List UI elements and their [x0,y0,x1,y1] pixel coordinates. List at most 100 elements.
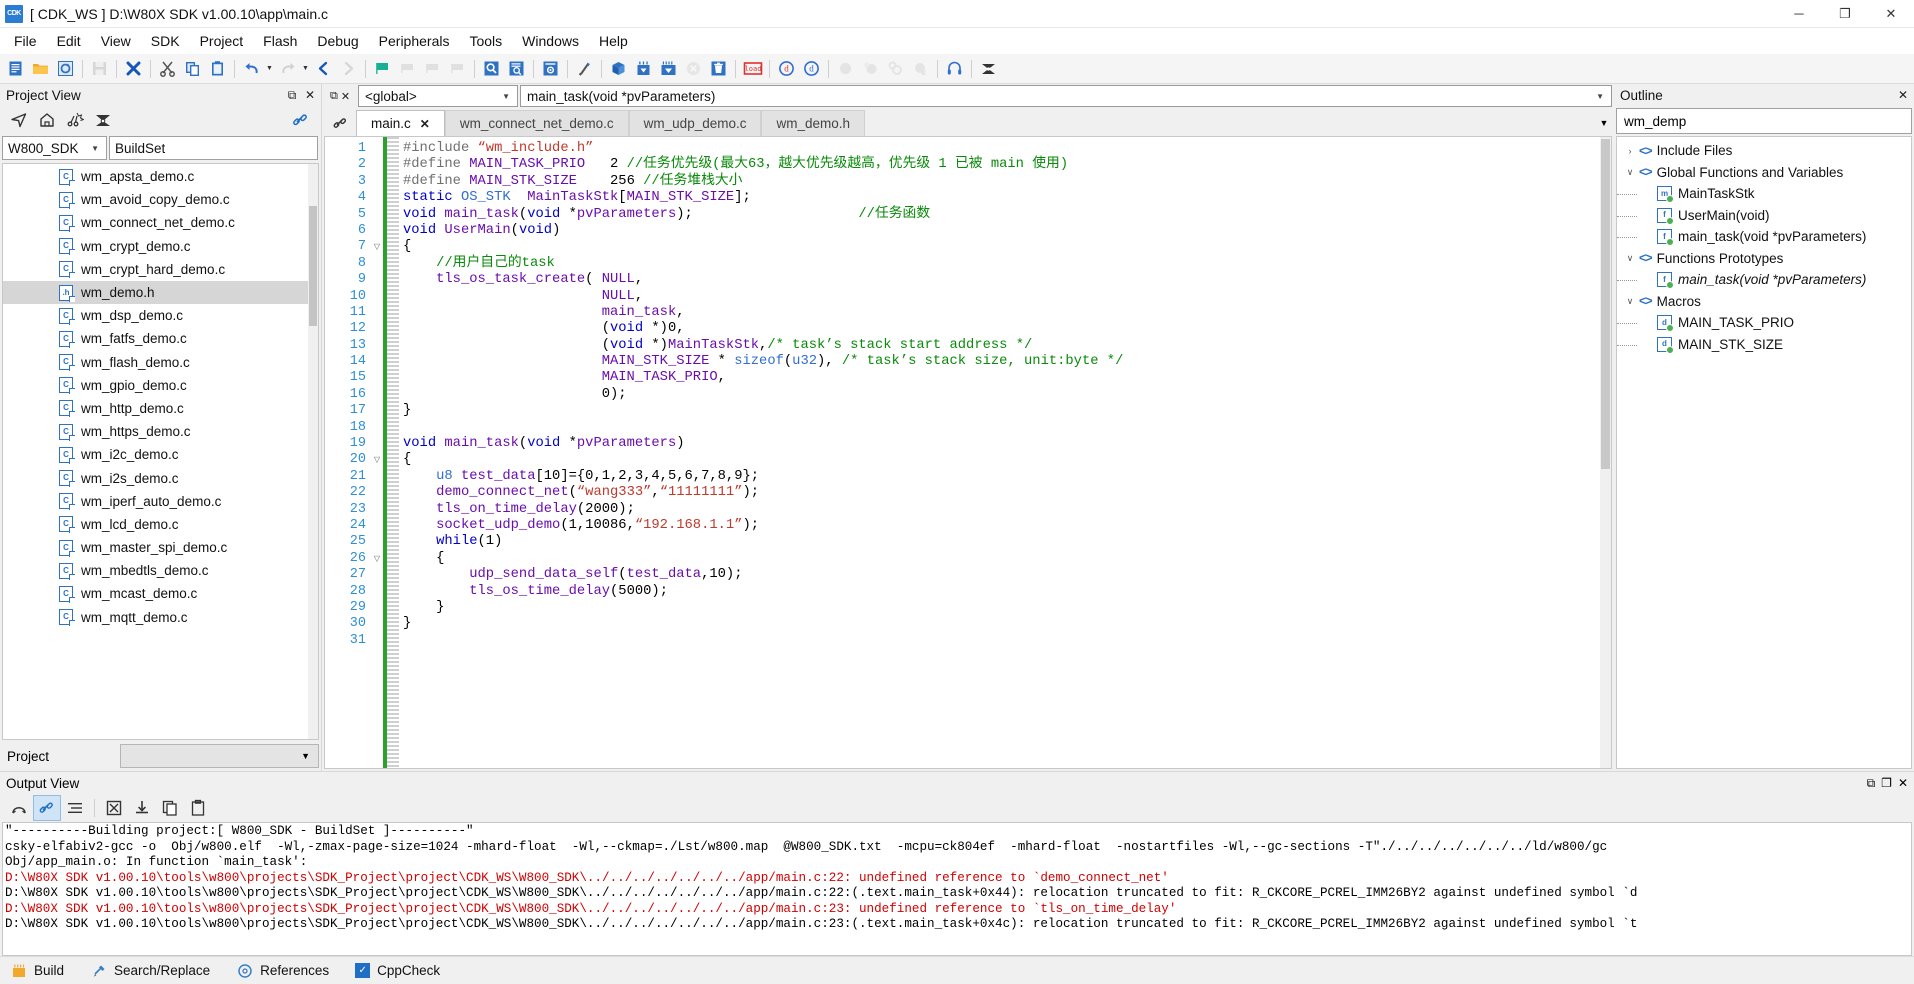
outline-item[interactable]: f UserMain(void) [1617,205,1911,227]
outline-search-input[interactable]: wm_demp [1616,108,1912,134]
project-file-item[interactable]: Cwm_dsp_demo.c [3,304,318,327]
output-view-restore-icon[interactable]: ❐ [1881,776,1892,791]
clear-icon[interactable] [6,796,32,820]
status-references-tab[interactable]: References [226,962,345,979]
outline-close-icon[interactable]: ✕ [1896,88,1910,102]
project-file-item[interactable]: Cwm_i2s_demo.c [3,466,318,489]
undo-dropdown-icon[interactable]: ▼ [264,56,275,81]
prev-bookmark-icon[interactable] [420,56,445,81]
menu-edit[interactable]: Edit [47,30,91,52]
download-flash-icon[interactable]: load [740,56,765,81]
editor-dock-icon[interactable]: ⧉ [330,90,338,103]
output-view-close-icon[interactable]: ✕ [1898,776,1908,791]
project-file-item[interactable]: Cwm_mbedtls_demo.c [3,559,318,582]
menu-flash[interactable]: Flash [253,30,307,52]
project-view-close-icon[interactable]: ✕ [303,88,317,102]
status-search-replace-tab[interactable]: Search/Replace [80,962,226,979]
outline-item[interactable]: f main_task(void *pvParameters) [1617,226,1911,248]
open-folder-icon[interactable] [28,56,53,81]
next-bookmark-icon[interactable] [395,56,420,81]
close-file-icon[interactable] [121,56,146,81]
stop-icon[interactable] [101,796,127,820]
new-file-icon[interactable] [3,56,28,81]
cut-icon[interactable] [155,56,180,81]
clear-bookmarks-icon[interactable] [445,56,470,81]
project-tree-scrollbar[interactable] [308,164,318,739]
forward-navigate-icon[interactable] [336,56,361,81]
minimize-button[interactable]: ─ [1776,0,1822,28]
project-view-dock-icon[interactable]: ⧉ [285,88,299,103]
save-icon[interactable] [87,56,112,81]
project-bottom-combo[interactable]: ▼ [120,744,319,768]
outline-item[interactable]: › <> Include Files [1617,140,1911,162]
build-config-icon[interactable] [62,108,88,132]
target-icon[interactable] [90,108,116,132]
editor-tab[interactable]: wm_udp_demo.c [628,110,762,136]
outline-item[interactable]: d MAIN_TASK_PRIO [1617,312,1911,334]
home-icon[interactable] [34,108,60,132]
project-file-item[interactable]: Cwm_fatfs_demo.c [3,327,318,350]
code-folding-column[interactable]: ▽ ▽ ▽ [371,137,383,768]
expander-icon[interactable]: ∨ [1621,253,1639,264]
status-cppcheck-tab[interactable]: ✓ CppCheck [345,963,456,978]
wrap-icon[interactable] [62,796,88,820]
project-file-item[interactable]: Cwm_apsta_demo.c [3,165,318,188]
find-in-files-icon[interactable] [504,56,529,81]
redo-icon[interactable] [275,56,300,81]
pin-icon[interactable] [33,795,61,821]
outline-item[interactable]: ∨ <> Macros [1617,291,1911,313]
compile-icon[interactable] [572,56,597,81]
code-content[interactable]: #include “wm_include.h” #define MAIN_TASK… [399,137,1611,768]
buildset-select[interactable]: BuildSet [109,136,318,160]
save-icon[interactable] [129,796,155,820]
project-file-item[interactable]: Cwm_lcd_demo.c [3,513,318,536]
bookmark-toggle-icon[interactable] [370,56,395,81]
outline-item[interactable]: d MAIN_STK_SIZE [1617,334,1911,356]
output-view-dock-icon[interactable]: ⧉ [1867,776,1876,791]
expander-icon[interactable]: ∨ [1621,296,1639,307]
build-all-icon[interactable] [656,56,681,81]
output-log[interactable]: "----------Building project:[ W800_SDK -… [2,822,1912,956]
project-file-item[interactable]: Cwm_iperf_auto_demo.c [3,490,318,513]
project-file-item[interactable]: Cwm_i2c_demo.c [3,443,318,466]
build-icon[interactable] [606,56,631,81]
project-file-item[interactable]: Cwm_mcast_demo.c [3,582,318,605]
menu-project[interactable]: Project [190,30,254,52]
serial-monitor-icon[interactable] [942,56,967,81]
menu-peripherals[interactable]: Peripherals [369,30,460,52]
breakpoint-icon[interactable] [833,56,858,81]
undo-icon[interactable] [239,56,264,81]
outline-item[interactable]: ∨ <> Global Functions and Variables [1617,162,1911,184]
fold-marker[interactable]: ▽ [371,551,383,567]
close-tab-icon[interactable]: ✕ [420,117,430,131]
stop-build-icon[interactable] [681,56,706,81]
editor-tab[interactable]: wm_demo.h [761,110,866,136]
breakpoint-remove-icon[interactable] [908,56,933,81]
expander-icon[interactable]: › [1621,146,1639,156]
refresh-icon[interactable] [53,56,78,81]
copy-icon[interactable] [157,796,183,820]
outline-item[interactable]: ∨ <> Functions Prototypes [1617,248,1911,270]
menu-windows[interactable]: Windows [512,30,589,52]
target-config-icon[interactable] [976,56,1001,81]
menu-file[interactable]: File [4,30,47,52]
breakpoint-disable-icon[interactable] [883,56,908,81]
navigate-icon[interactable] [6,108,32,132]
editor-tab[interactable]: main.c ✕ [356,110,445,136]
project-file-item[interactable]: Cwm_connect_net_demo.c [3,211,318,234]
project-file-item[interactable]: Cwm_master_spi_demo.c [3,536,318,559]
menu-tools[interactable]: Tools [459,30,512,52]
debug-attach-icon[interactable]: d [799,56,824,81]
editor-close-icon[interactable]: ✕ [341,90,350,103]
rebuild-icon[interactable] [631,56,656,81]
menu-help[interactable]: Help [589,30,638,52]
maximize-button[interactable]: ❐ [1822,0,1868,28]
tab-overflow-icon[interactable]: ▼ [1594,110,1614,136]
paste-icon[interactable] [205,56,230,81]
sdk-select[interactable]: W800_SDK ▼ [2,136,107,160]
project-file-item[interactable]: Cwm_avoid_copy_demo.c [3,188,318,211]
link-icon[interactable] [287,108,313,132]
menu-debug[interactable]: Debug [307,30,368,52]
pin-tab-icon[interactable] [324,110,356,136]
menu-sdk[interactable]: SDK [141,30,190,52]
